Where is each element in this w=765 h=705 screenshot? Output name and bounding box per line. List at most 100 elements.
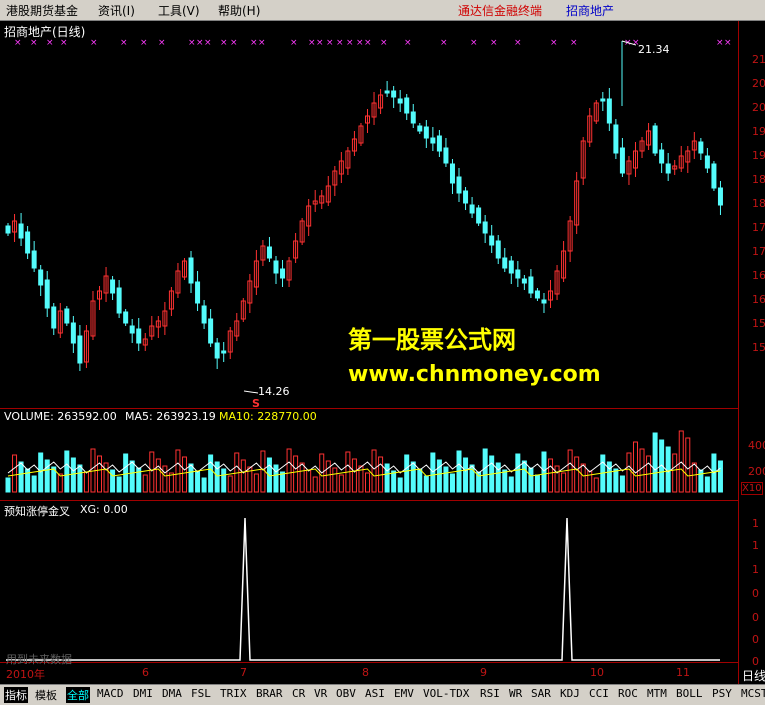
tab-wr[interactable]: WR: [509, 687, 522, 700]
volume-bar: [606, 461, 612, 493]
signal-marker: ×: [196, 38, 204, 48]
volume-bar: [691, 462, 697, 493]
tab-rsi[interactable]: RSI: [480, 687, 500, 700]
volume-bar: [18, 461, 24, 493]
kline-candle: [110, 279, 116, 294]
volume-bar: [449, 473, 455, 493]
signal-marker: ×: [120, 38, 128, 48]
volume-bar: [639, 448, 645, 493]
kline-candle: [430, 137, 436, 144]
volume-bar: [417, 468, 423, 493]
tab-obv[interactable]: OBV: [336, 687, 356, 700]
kline-candle: [51, 306, 57, 329]
low-pointer: [243, 390, 259, 394]
volume-bar: [83, 471, 89, 493]
volume-bar: [443, 466, 449, 493]
watermark-url: www.chnmoney.com: [348, 362, 601, 387]
signal-marker: ×: [258, 38, 266, 48]
signal-marker: ×: [346, 38, 354, 48]
volume-bar: [306, 469, 312, 493]
sell-marker: S: [252, 397, 260, 410]
price-tick: 19: [752, 125, 765, 138]
volume-bar: [227, 475, 233, 493]
volume-bar: [208, 454, 214, 493]
kline-candle: [208, 318, 214, 344]
tab-kdj[interactable]: KDJ: [560, 687, 580, 700]
kline-candle: [515, 269, 521, 279]
kline-candle: [31, 250, 37, 269]
signal-marker: ×: [90, 38, 98, 48]
tab-dma[interactable]: DMA: [162, 687, 182, 700]
kline-candle: [698, 141, 704, 154]
kline-candle: [391, 90, 397, 98]
menu-news[interactable]: 资讯(I): [98, 2, 135, 19]
tab-boll[interactable]: BOLL: [676, 687, 703, 700]
volume-bar: [685, 437, 691, 493]
tab-roc[interactable]: ROC: [618, 687, 638, 700]
tab-mcst[interactable]: MCST: [741, 687, 765, 700]
tab-asi[interactable]: ASI: [365, 687, 385, 700]
volume-bar: [175, 449, 181, 493]
price-tick: 21: [752, 53, 765, 66]
tab-macd[interactable]: MACD: [97, 687, 124, 700]
x-axis-label: 7: [240, 666, 247, 679]
volume-bar: [561, 472, 567, 493]
signal-marker: ×: [336, 38, 344, 48]
volume-bar: [580, 463, 586, 493]
volume-bar: [280, 471, 286, 493]
panel-divider-xaxis: [0, 662, 738, 663]
tab-fsl[interactable]: FSL: [191, 687, 211, 700]
kline-candle: [717, 187, 723, 206]
volume-bar: [44, 459, 50, 493]
kline-candle: [502, 257, 508, 269]
tab-模板[interactable]: 模板: [35, 687, 57, 703]
kline-candle: [116, 287, 122, 314]
broker-name: 通达信金融终端: [458, 4, 543, 18]
kline-candle: [711, 163, 717, 189]
tab-vol-tdx[interactable]: VOL-TDX: [423, 687, 469, 700]
xg-signal-line: [6, 517, 720, 661]
kline-candle: [44, 279, 50, 309]
kline-candle: [214, 342, 220, 359]
kline-candle: [613, 124, 619, 154]
x-axis-label: 11: [676, 666, 690, 679]
signal-marker: ×: [404, 38, 412, 48]
signal-marker: ×: [550, 38, 558, 48]
volume-bar: [482, 448, 488, 493]
tab-vr[interactable]: VR: [314, 687, 327, 700]
tab-emv[interactable]: EMV: [394, 687, 414, 700]
tab-sar[interactable]: SAR: [531, 687, 551, 700]
menu-bar: 港股期货基金 资讯(I) 工具(V) 帮助(H) 通达信金融终端 招商地产: [0, 0, 765, 21]
signal-marker: ×: [140, 38, 148, 48]
menu-help[interactable]: 帮助(H): [218, 2, 260, 19]
high-label: 21.34: [638, 43, 670, 56]
tab-cr[interactable]: CR: [292, 687, 305, 700]
signal-marker: ×: [570, 38, 578, 48]
signal-marker: ×: [490, 38, 498, 48]
price-tick: 17: [752, 245, 765, 258]
tab-brar[interactable]: BRAR: [256, 687, 283, 700]
tab-mtm[interactable]: MTM: [647, 687, 667, 700]
signal-marker: ×: [290, 38, 298, 48]
kline-candle: [129, 325, 135, 334]
signal-marker: ×: [316, 38, 324, 48]
tab-psy[interactable]: PSY: [712, 687, 732, 700]
tab-dmi[interactable]: DMI: [133, 687, 153, 700]
menu-hk-futures[interactable]: 港股期货基金: [6, 2, 78, 19]
tab-cci[interactable]: CCI: [589, 687, 609, 700]
menu-tools[interactable]: 工具(V): [158, 2, 200, 19]
vol-tick-400: 400: [748, 439, 765, 452]
volume-bar: [123, 453, 129, 493]
signal-marker: ×: [308, 38, 316, 48]
tab-全部[interactable]: 全部: [66, 687, 90, 703]
stock-name: 招商地产: [566, 4, 615, 18]
kline-candle: [619, 147, 625, 174]
kline-candle: [384, 90, 390, 94]
signal-marker: ×: [326, 38, 334, 48]
volume-bar: [528, 467, 534, 493]
tab-trix[interactable]: TRIX: [220, 687, 247, 700]
kline-candle: [266, 246, 272, 259]
tab-指标[interactable]: 指标: [4, 687, 28, 703]
volume-bar: [704, 476, 710, 493]
volume-bar: [717, 460, 723, 493]
